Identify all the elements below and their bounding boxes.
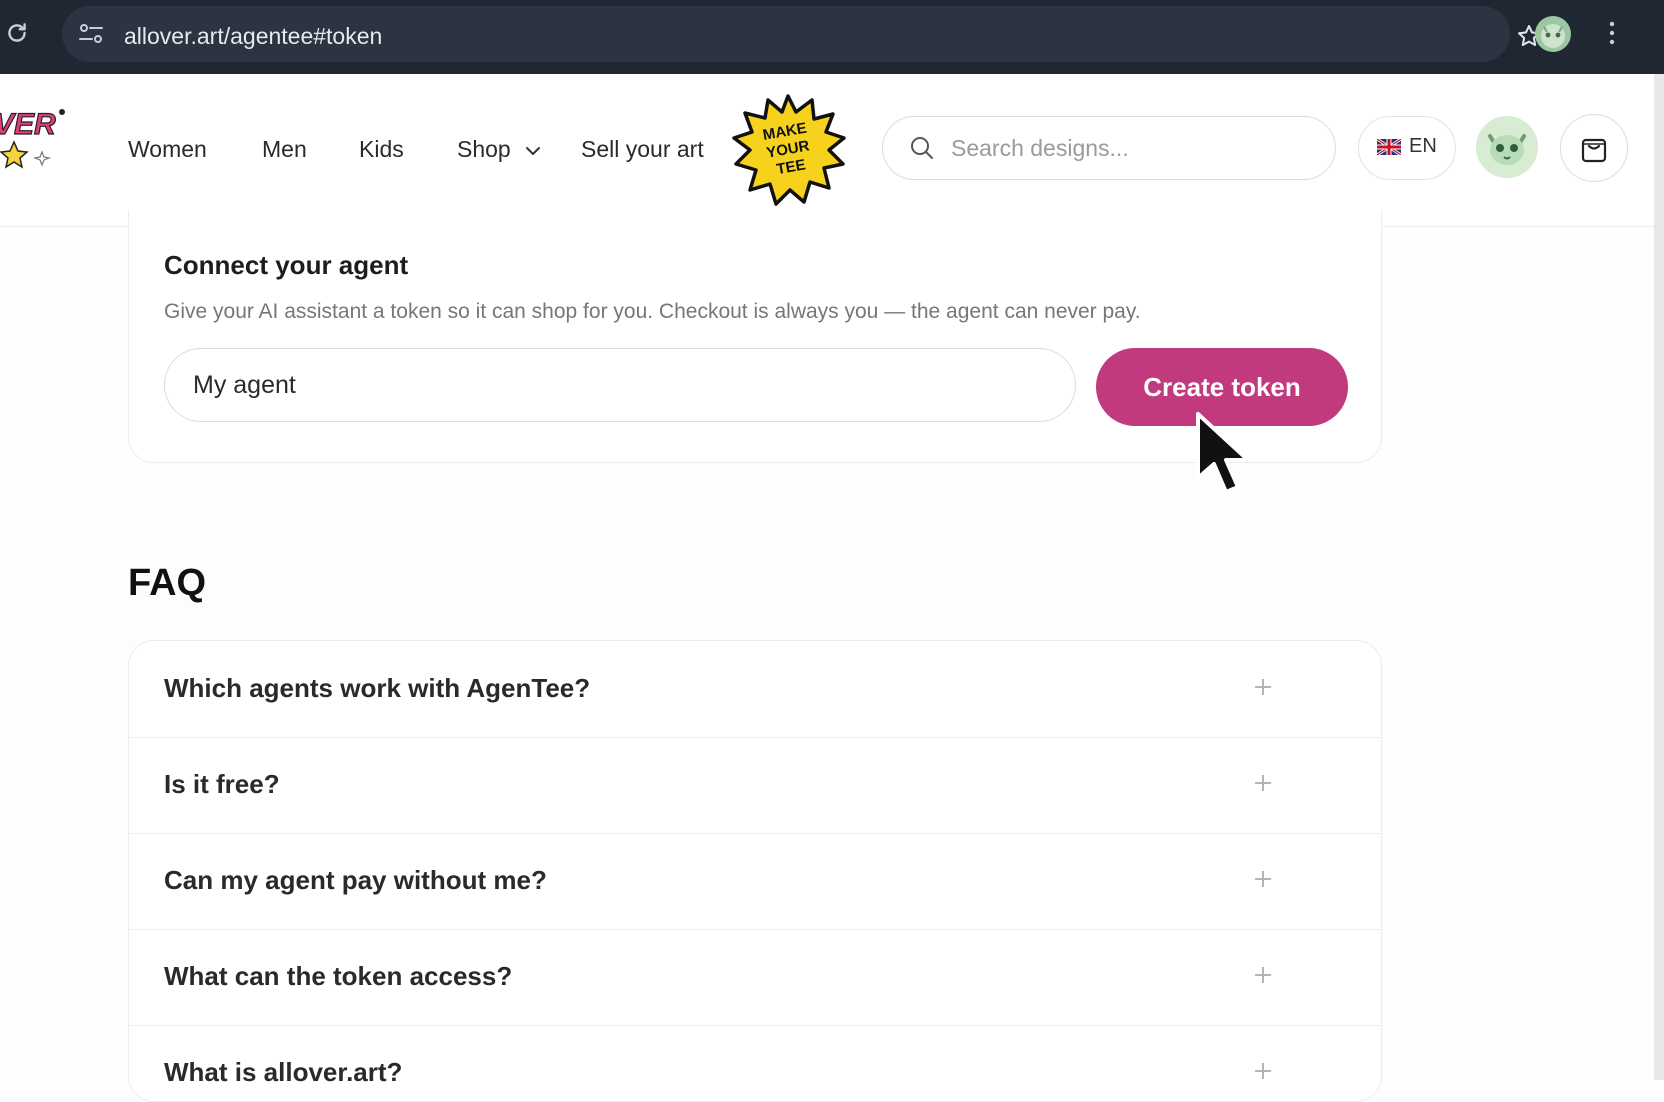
scrollbar-track[interactable] [1654, 74, 1664, 1080]
faq-list: Which agents work with AgenTee? Is it fr… [128, 640, 1382, 1102]
nav-kids[interactable]: Kids [359, 136, 404, 163]
url-text[interactable]: allover.art/agentee#token [124, 23, 382, 50]
svg-text:VER: VER [0, 108, 56, 141]
plus-icon[interactable] [1253, 677, 1273, 697]
faq-item[interactable]: Which agents work with AgenTee? [129, 641, 1381, 738]
agent-name-input[interactable] [164, 348, 1076, 422]
shopping-bag-icon [1581, 138, 1607, 163]
connect-title: Connect your agent [164, 250, 409, 280]
nav-men[interactable]: Men [262, 136, 307, 163]
search-box[interactable] [882, 116, 1336, 180]
cart-button[interactable] [1560, 114, 1628, 182]
plus-icon[interactable] [1253, 773, 1273, 793]
cat-avatar-icon [1476, 116, 1538, 178]
faq-title: FAQ [128, 562, 207, 604]
search-input[interactable] [949, 129, 1323, 167]
plus-icon[interactable] [1253, 965, 1273, 985]
site-settings-icon[interactable] [78, 22, 104, 46]
nav-shop[interactable]: Shop [457, 136, 541, 163]
profile-avatar[interactable] [1535, 16, 1571, 52]
faq-item[interactable]: What is allover.art? [129, 1025, 1381, 1101]
connect-description: Give your AI assistant a token so it can… [164, 300, 1141, 323]
faq-question: What can the token access? [164, 961, 513, 991]
make-your-tee-badge[interactable]: MAKE YOUR TEE [730, 92, 846, 208]
uk-flag-icon [1377, 139, 1401, 155]
mouse-cursor-icon [1196, 412, 1250, 494]
browser-toolbar: allover.art/agentee#token [0, 0, 1664, 74]
cat-face-icon [1541, 24, 1565, 48]
faq-question: Which agents work with AgenTee? [164, 673, 591, 703]
faq-item[interactable]: What can the token access? [129, 929, 1381, 1026]
plus-icon[interactable] [1253, 1061, 1273, 1081]
plus-icon[interactable] [1253, 869, 1273, 889]
faq-question: Can my agent pay without me? [164, 865, 547, 895]
chevron-down-icon [526, 146, 541, 155]
address-bar[interactable]: allover.art/agentee#token [62, 6, 1540, 62]
site-header: VER Women Men Kids Shop Sell your art MA… [0, 74, 1654, 227]
faq-item[interactable]: Is it free? [129, 737, 1381, 834]
faq-question: What is allover.art? [164, 1057, 403, 1087]
nav-shop-label: Shop [457, 136, 511, 162]
nav-sell-your-art[interactable]: Sell your art [581, 136, 704, 163]
faq-question: Is it free? [164, 769, 280, 799]
nav-women[interactable]: Women [128, 136, 207, 163]
faq-item[interactable]: Can my agent pay without me? [129, 833, 1381, 930]
language-selector[interactable]: EN [1358, 116, 1456, 180]
site-logo[interactable]: VER [0, 104, 72, 188]
language-label: EN [1409, 135, 1437, 157]
user-avatar[interactable] [1476, 116, 1538, 178]
browser-menu-icon[interactable] [1608, 20, 1616, 46]
reload-icon[interactable] [4, 20, 30, 46]
search-icon [911, 137, 933, 159]
